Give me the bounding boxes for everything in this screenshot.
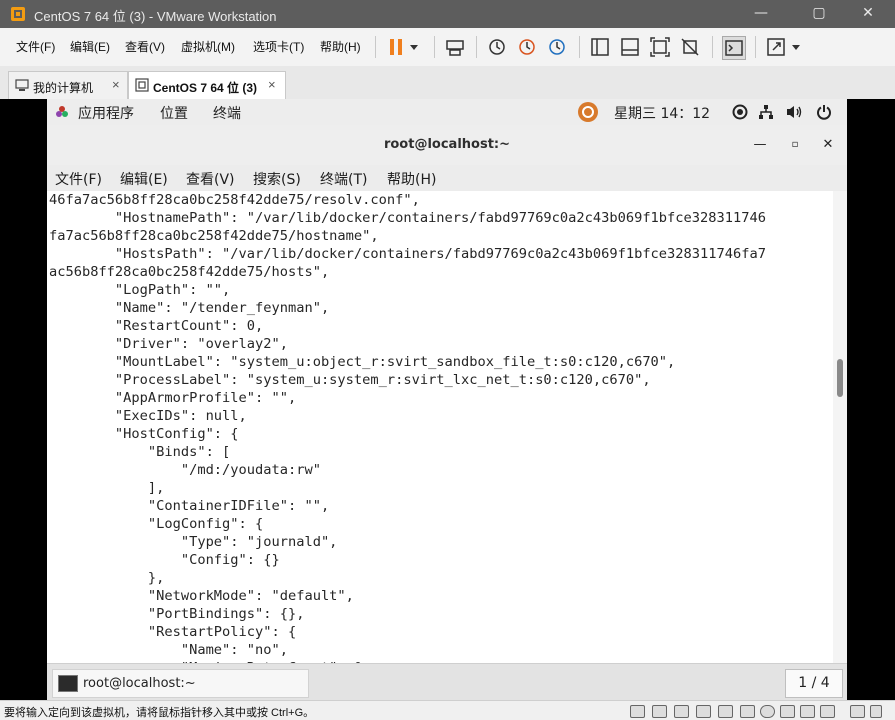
volume-icon[interactable] [785, 104, 803, 120]
vmware-tabbar: 我的计算机 × CentOS 7 64 位 (3) × [0, 66, 895, 100]
terminal-menu-help[interactable]: 帮助(H) [387, 169, 436, 189]
taskbar-terminal-item[interactable]: root@localhost:~ [52, 669, 309, 698]
display-icon[interactable] [820, 705, 835, 718]
gnome-terminal-menu[interactable]: 终端 [213, 103, 241, 123]
terminal-menu-view[interactable]: 查看(V) [186, 169, 235, 189]
pause-icon[interactable] [385, 36, 407, 58]
toolbar-separator [712, 36, 713, 58]
gnome-places-menu[interactable]: 位置 [160, 103, 188, 123]
close-icon[interactable]: × [112, 77, 120, 92]
toolbar-separator [434, 36, 435, 58]
menu-tabs[interactable]: 选项卡(T) [253, 38, 304, 55]
send-keys-icon[interactable] [444, 36, 466, 58]
hard-disk-icon[interactable] [630, 705, 645, 718]
terminal-output[interactable]: 46fa7ac56b8ff28ca0bc258f42dde75/resolv.c… [47, 191, 833, 663]
tab-label: CentOS 7 64 位 (3) [153, 81, 258, 95]
terminal-maximize-button[interactable]: ▫ [785, 135, 805, 155]
cd-drive-icon[interactable] [696, 705, 711, 718]
gnome-top-bar: 应用程序 位置 终端 星期三 14：12 [47, 99, 847, 125]
menu-vm[interactable]: 虚拟机(M) [181, 38, 235, 55]
gnome-applications-menu[interactable]: 应用程序 [78, 103, 134, 123]
terminal-menu-file[interactable]: 文件(F) [55, 169, 102, 189]
accessibility-icon[interactable] [732, 104, 748, 120]
sidebar-toggle-icon[interactable] [589, 36, 611, 58]
usb-icon[interactable] [760, 705, 775, 718]
close-button[interactable]: ✕ [849, 0, 887, 28]
guest-border-right [847, 99, 895, 700]
scrollbar-thumb[interactable] [837, 359, 843, 397]
hard-disk-icon[interactable] [652, 705, 667, 718]
status-message: 要将输入定向到该虚拟机，请将鼠标指针移入其中或按 Ctrl+G。 [4, 707, 315, 719]
chevron-down-icon[interactable] [407, 36, 421, 58]
terminal-menubar: 文件(F) 编辑(E) 查看(V) 搜索(S) 终端(T) 帮助(H) [47, 165, 847, 191]
network-icon[interactable] [758, 104, 774, 120]
maximize-button[interactable]: ▢ [800, 0, 838, 28]
vmware-titlebar: CentOS 7 64 位 (3) - VMware Workstation —… [0, 0, 895, 28]
gnome-window-list: root@localhost:~ 1 / 4 [47, 663, 847, 701]
menu-view[interactable]: 查看(V) [125, 38, 165, 55]
window-title: CentOS 7 64 位 (3) - VMware Workstation [34, 9, 277, 24]
console-view-icon[interactable] [722, 36, 746, 60]
stretch-view-icon[interactable] [765, 36, 787, 58]
vmware-menubar: 文件(F) 编辑(E) 查看(V) 虚拟机(M) 选项卡(T) 帮助(H) [0, 28, 895, 67]
chevron-down-icon[interactable] [789, 36, 803, 58]
revert-snapshot-icon[interactable] [516, 36, 538, 58]
message-log-icon[interactable] [850, 705, 865, 718]
network-adapter-icon[interactable] [740, 705, 755, 718]
terminal-menu-terminal[interactable]: 终端(T) [320, 169, 367, 189]
cd-drive-icon[interactable] [674, 705, 689, 718]
vmware-logo-icon [11, 7, 25, 21]
printer-icon[interactable] [800, 705, 815, 718]
tab-label: 我的计算机 [33, 81, 94, 95]
terminal-scrollbar[interactable] [833, 191, 847, 663]
terminal-close-button[interactable]: ✕ [818, 135, 838, 155]
unity-mode-icon[interactable] [679, 36, 701, 58]
tab-centos[interactable]: CentOS 7 64 位 (3) × [128, 71, 286, 99]
fullscreen-icon[interactable] [649, 36, 671, 58]
computer-icon [15, 79, 29, 91]
menu-file[interactable]: 文件(F) [16, 38, 55, 55]
snapshot-manager-icon[interactable] [546, 36, 568, 58]
terminal-title: root@localhost:~ [383, 137, 511, 152]
tab-my-computer[interactable]: 我的计算机 × [8, 71, 128, 99]
toolbar-separator [579, 36, 580, 58]
close-icon[interactable]: × [268, 77, 276, 92]
vmware-statusbar: 要将输入定向到该虚拟机，请将鼠标指针移入其中或按 Ctrl+G。 [0, 700, 895, 720]
thumbnail-bar-icon[interactable] [619, 36, 641, 58]
terminal-menu-edit[interactable]: 编辑(E) [120, 169, 168, 189]
toolbar-separator [375, 36, 376, 58]
input-method-icon[interactable] [576, 101, 600, 123]
toolbar-separator [476, 36, 477, 58]
terminal-minimize-button[interactable]: — [750, 135, 770, 155]
menu-edit[interactable]: 编辑(E) [70, 38, 110, 55]
apps-icon [56, 106, 68, 117]
snapshot-icon[interactable] [486, 36, 508, 58]
menu-help[interactable]: 帮助(H) [320, 38, 361, 55]
workspace-pager[interactable]: 1 / 4 [785, 669, 843, 698]
sound-card-icon[interactable] [780, 705, 795, 718]
resize-grip-icon [870, 705, 882, 718]
toolbar-separator [755, 36, 756, 58]
terminal-text: 46fa7ac56b8ff28ca0bc258f42dde75/resolv.c… [49, 192, 766, 663]
minimize-button[interactable]: — [742, 0, 780, 28]
vm-icon [135, 78, 149, 92]
guest-display[interactable]: 应用程序 位置 终端 星期三 14：12 root@localhost:~ — … [47, 99, 847, 701]
taskbar-label: root@localhost:~ [83, 676, 196, 691]
guest-border-left [0, 99, 47, 700]
power-icon[interactable] [816, 104, 832, 120]
floppy-icon[interactable] [718, 705, 733, 718]
terminal-icon [58, 675, 78, 692]
clock[interactable]: 星期三 14：12 [614, 103, 710, 123]
terminal-menu-search[interactable]: 搜索(S) [253, 169, 301, 189]
terminal-titlebar: root@localhost:~ — ▫ ✕ [47, 125, 847, 166]
